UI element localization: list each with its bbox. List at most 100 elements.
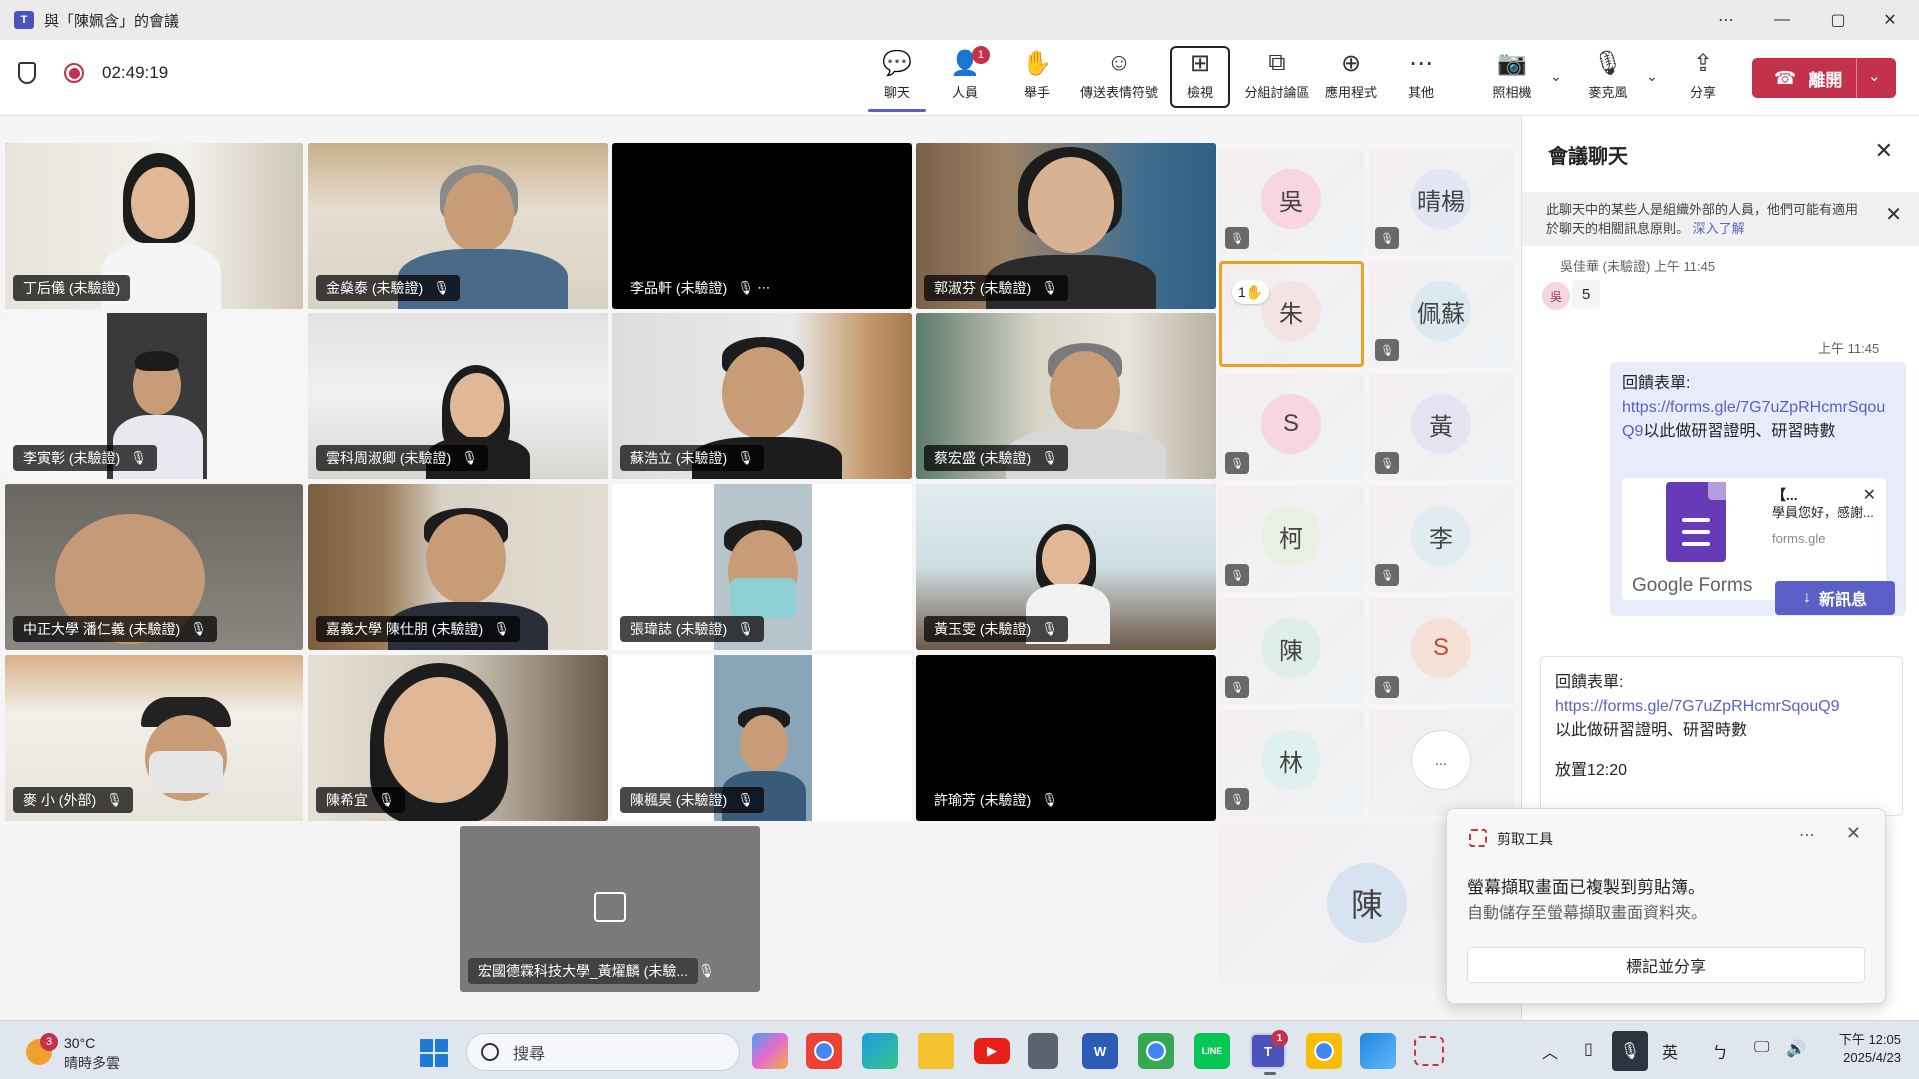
edge-icon[interactable]: [862, 1033, 898, 1069]
more-participants-button[interactable]: ...: [1411, 730, 1471, 790]
close-window-button[interactable]: ✕: [1862, 0, 1918, 40]
taskbar-search[interactable]: 搜尋: [466, 1033, 740, 1071]
system-clock[interactable]: 下午 12:05 2025/4/23: [1825, 1031, 1901, 1067]
copilot-icon[interactable]: [752, 1033, 788, 1069]
video-tile[interactable]: 李寅彰 (未驗證) 🎙: [5, 313, 303, 479]
participant-name-tag: 李寅彰 (未驗證) 🎙: [13, 445, 157, 471]
youtube-icon[interactable]: ▶: [974, 1038, 1010, 1064]
input-language-indicator[interactable]: 英: [1662, 1039, 1678, 1063]
chrome-icon[interactable]: [806, 1033, 842, 1069]
camera-options-chevron-icon[interactable]: ⌄: [1550, 68, 1562, 85]
show-hidden-icons-chevron-icon[interactable]: ︿: [1542, 1039, 1558, 1063]
leave-options-chevron-icon[interactable]: ⌄: [1868, 67, 1881, 85]
mic-off-icon: 🎙: [1041, 280, 1058, 295]
more-participants-tile[interactable]: ...: [1369, 710, 1514, 816]
avatar-tile[interactable]: 柯 🎙: [1219, 486, 1364, 592]
avatar-tile[interactable]: 吳 🎙: [1219, 149, 1364, 255]
video-tile[interactable]: 中正大學 潘仁義 (未驗證) 🎙: [5, 484, 303, 650]
more-icon[interactable]: ⋯: [1799, 825, 1815, 845]
avatar-tile[interactable]: 李 🎙: [1369, 486, 1514, 592]
remove-preview-icon[interactable]: ✕: [1863, 484, 1876, 508]
video-tile[interactable]: 陳希宜 🎙: [308, 655, 608, 821]
calculator-icon[interactable]: [1028, 1033, 1058, 1069]
network-icon[interactable]: 🖵: [1754, 1039, 1769, 1057]
raised-hand-badge: 1✋: [1232, 280, 1270, 304]
react-button[interactable]: ☺ 傳送表情符號: [1074, 46, 1164, 110]
weather-badge: 3: [40, 1033, 58, 1051]
pinned-form-link[interactable]: https://forms.gle/7G7uZpRHcmrSqouQ9: [1555, 698, 1840, 715]
avatar-tile-raised-hand[interactable]: 朱 1✋: [1219, 261, 1364, 367]
avatar-tile[interactable]: 佩蘇 🎙: [1369, 261, 1514, 367]
video-tile[interactable]: 許瑜芳 (未驗證) 🎙: [916, 655, 1216, 821]
more-options-icon[interactable]: ⋯: [1698, 0, 1754, 40]
mic-off-icon: 🎙: [1225, 227, 1249, 249]
learn-more-link[interactable]: 深入了解: [1693, 221, 1745, 236]
photos-icon[interactable]: [1360, 1033, 1396, 1069]
volume-icon[interactable]: 🔊: [1786, 1039, 1806, 1059]
mic-off-icon: 🎙: [461, 450, 478, 465]
minimize-button[interactable]: —: [1754, 0, 1810, 40]
video-tile[interactable]: 蘇浩立 (未驗證) 🎙: [612, 313, 912, 479]
microphone-options-chevron-icon[interactable]: ⌄: [1646, 68, 1658, 85]
mic-off-icon: 🎙: [493, 621, 510, 636]
video-tile[interactable]: 嘉義大學 陳仕朋 (未驗證) 🎙: [308, 484, 608, 650]
video-tile[interactable]: 金燊泰 (未驗證) 🎙: [308, 143, 608, 309]
close-icon[interactable]: ✕: [1846, 823, 1861, 844]
avatar-tile[interactable]: S 🎙: [1219, 374, 1364, 480]
active-tab-indicator: [868, 109, 926, 112]
avatar-tile[interactable]: 林 🎙: [1219, 710, 1364, 816]
people-button[interactable]: 👤 1 人員: [938, 46, 992, 110]
more-button[interactable]: ⋯ 其他: [1394, 46, 1448, 110]
video-tile[interactable]: 蔡宏盛 (未驗證) 🎙: [916, 313, 1216, 479]
start-button[interactable]: [420, 1039, 448, 1067]
chrome-profile2-icon[interactable]: [1306, 1033, 1342, 1069]
ime-mode-indicator[interactable]: ㄅ: [1712, 1039, 1728, 1063]
camera-button[interactable]: 📷 照相機: [1488, 46, 1536, 110]
snipping-tool-taskbar-icon[interactable]: [1414, 1036, 1444, 1066]
avatar-tile[interactable]: S 🎙: [1369, 598, 1514, 704]
avatar-tile[interactable]: 晴楊 🎙: [1369, 149, 1514, 255]
shield-icon[interactable]: [18, 62, 36, 84]
share-button[interactable]: ⇪ 分享: [1680, 46, 1726, 110]
video-tile[interactable]: 麥 小 (外部) 🎙: [5, 655, 303, 821]
teams-icon[interactable]: T 1: [1250, 1030, 1288, 1075]
sender-avatar: 吳: [1542, 282, 1570, 310]
chat-button[interactable]: 💬 聊天: [870, 46, 924, 110]
avatar-tile[interactable]: 陳 🎙: [1219, 598, 1364, 704]
leave-button[interactable]: ☎ 離開 ⌄: [1752, 58, 1896, 98]
video-tile[interactable]: 郭淑芬 (未驗證) 🎙: [916, 143, 1216, 309]
maximize-button[interactable]: ▢: [1810, 0, 1866, 40]
avatar: 陳: [1261, 618, 1321, 678]
close-icon[interactable]: ✕: [1875, 138, 1893, 164]
file-explorer-icon[interactable]: [918, 1033, 954, 1069]
markup-and-share-button[interactable]: 標記並分享: [1467, 947, 1865, 983]
microphone-in-use-icon[interactable]: 🎙: [1612, 1031, 1648, 1071]
breakout-rooms-button[interactable]: ⧉ 分組討論區: [1240, 46, 1314, 110]
participant-name-tag: 中正大學 潘仁義 (未驗證) 🎙: [13, 616, 217, 642]
participant-name-tag: 郭淑芬 (未驗證) 🎙: [924, 275, 1068, 301]
video-tile[interactable]: 宏國德霖科技大學_黃燿麟 (未驗... 🎙: [460, 826, 760, 992]
chrome-profile-icon[interactable]: [1138, 1033, 1174, 1069]
video-tile[interactable]: 李品軒 (未驗證) 🎙 ⋯: [612, 143, 912, 309]
external-users-notice: 此聊天中的某些人是組織外部的人員，他們可能有適用於聊天的相關訊息原則。 深入了解…: [1522, 192, 1919, 246]
microphone-button[interactable]: 🎙 麥克風: [1584, 46, 1632, 110]
usb-device-icon[interactable]: ▯: [1584, 1039, 1593, 1059]
participant-name-tag: 陳楓昊 (未驗證) 🎙: [620, 787, 764, 813]
recording-icon: [64, 63, 84, 83]
video-tile[interactable]: 黃玉雯 (未驗證) 🎙: [916, 484, 1216, 650]
video-tile[interactable]: 張瑋誌 (未驗證) 🎙: [612, 484, 912, 650]
video-tile[interactable]: 丁后儀 (未驗證): [5, 143, 303, 309]
new-messages-button[interactable]: ↓ 新訊息: [1775, 581, 1895, 615]
video-tile[interactable]: 陳楓昊 (未驗證) 🎙: [612, 655, 912, 821]
mic-off-icon: 🎙: [1375, 564, 1399, 586]
word-icon[interactable]: W: [1082, 1033, 1118, 1069]
avatar-tile[interactable]: 黃 🎙: [1369, 374, 1514, 480]
dismiss-notice-icon[interactable]: ✕: [1885, 205, 1902, 225]
mic-off-icon: 🎙: [737, 621, 754, 636]
line-icon[interactable]: LINE: [1194, 1033, 1230, 1069]
apps-button[interactable]: ⊕ 應用程式: [1320, 46, 1382, 110]
weather-widget[interactable]: 3 30°C 晴時多雲: [26, 1033, 156, 1071]
view-button[interactable]: ⊞ 檢視: [1172, 46, 1228, 110]
raise-hand-button[interactable]: ✋ 舉手: [1010, 46, 1064, 110]
video-tile[interactable]: 雲科周淑卿 (未驗證) 🎙: [308, 313, 608, 479]
